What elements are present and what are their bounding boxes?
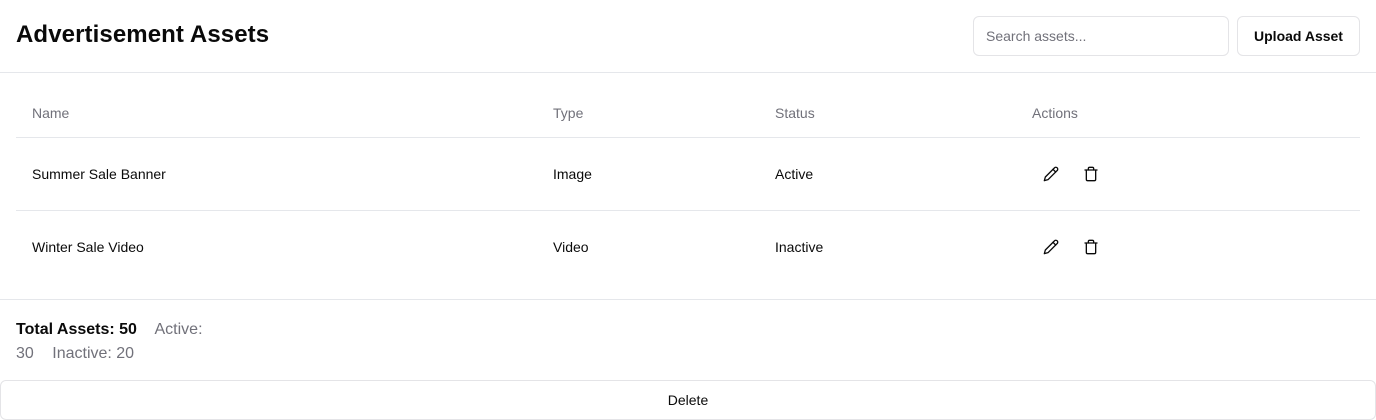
assets-table: Name Type Status Actions Summer Sale Ban… — [16, 88, 1360, 284]
delete-button[interactable]: Delete — [0, 380, 1376, 420]
asset-status: Active — [775, 166, 814, 182]
edit-icon[interactable] — [1037, 160, 1065, 188]
table-row: Winter Sale Video Video Inactive — [16, 211, 1360, 284]
table-row: Summer Sale Banner Image Active — [16, 138, 1360, 211]
header: Advertisement Assets Upload Asset — [0, 0, 1376, 73]
asset-type: Video — [553, 239, 589, 255]
divider — [0, 299, 1376, 300]
column-header-name: Name — [32, 105, 70, 121]
trash-icon[interactable] — [1077, 160, 1105, 188]
column-header-status: Status — [775, 105, 815, 121]
total-assets-count: Total Assets: 50 — [16, 321, 137, 338]
trash-icon[interactable] — [1077, 233, 1105, 261]
edit-icon[interactable] — [1037, 233, 1065, 261]
column-header-actions: Actions — [1032, 105, 1078, 121]
upload-asset-button[interactable]: Upload Asset — [1237, 16, 1360, 56]
asset-name: Winter Sale Video — [32, 239, 144, 255]
table-header: Name Type Status Actions — [16, 88, 1360, 138]
search-input[interactable] — [973, 16, 1229, 56]
asset-summary: Total Assets: 50 Active: 30 Inactive: 20 — [16, 318, 226, 366]
column-header-type: Type — [553, 105, 584, 121]
page-title: Advertisement Assets — [16, 21, 270, 48]
asset-name: Summer Sale Banner — [32, 166, 166, 182]
asset-status: Inactive — [775, 239, 824, 255]
inactive-assets-count: Inactive: 20 — [52, 345, 135, 362]
asset-type: Image — [553, 166, 592, 182]
